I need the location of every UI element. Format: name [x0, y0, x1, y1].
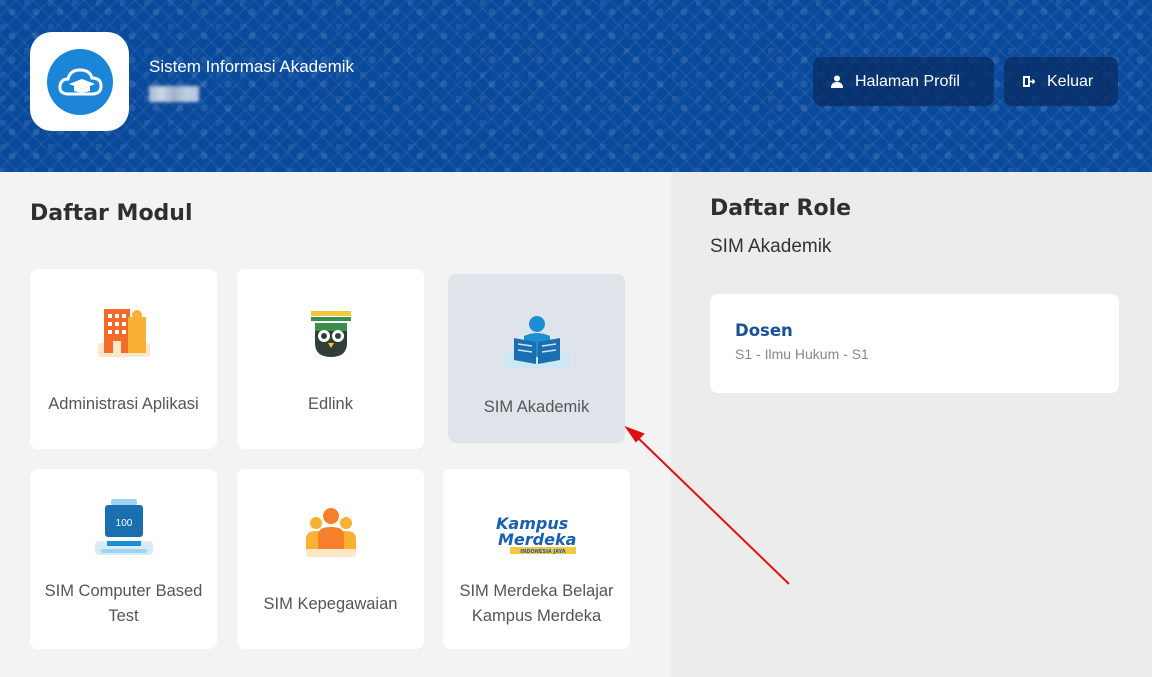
role-detail: S1 - Ilmu Hukum - S1	[735, 346, 869, 362]
header-banner: Sistem Informasi Akademik Halaman Profil…	[0, 0, 1152, 172]
svg-text:100: 100	[115, 518, 132, 529]
logout-icon	[1022, 75, 1035, 88]
redacted-subtitle	[149, 86, 199, 102]
building-icon	[30, 269, 217, 359]
cloud-graduation-icon	[46, 48, 113, 115]
computer-test-icon: 100	[30, 469, 217, 559]
module-card-sim-merdeka-belajar[interactable]: Kampus Merdeka INDONESIA JAYA SIM Merdek…	[443, 469, 630, 649]
module-card-edlink[interactable]: Edlink	[237, 269, 424, 449]
module-card-label: SIM Computer Based Test	[44, 582, 203, 625]
app-title: Sistem Informasi Akademik	[149, 57, 355, 76]
svg-text:Merdeka: Merdeka	[498, 530, 576, 549]
reading-student-icon	[448, 274, 625, 372]
module-card-label: Edlink	[308, 394, 353, 413]
role-section-title: Daftar Role	[710, 196, 852, 221]
logout-button[interactable]: Keluar	[1004, 57, 1118, 106]
module-card-label: SIM Kepegawaian	[263, 594, 398, 613]
owl-icon	[237, 269, 424, 359]
module-card-sim-kepegawaian[interactable]: SIM Kepegawaian	[237, 469, 424, 649]
profile-button-label: Halaman Profil	[855, 72, 960, 90]
people-group-icon	[237, 469, 424, 559]
role-section-subtitle: SIM Akademik	[710, 236, 832, 257]
role-card-dosen[interactable]: Dosen S1 - Ilmu Hukum - S1	[710, 294, 1119, 393]
user-icon	[831, 75, 843, 88]
svg-text:INDONESIA JAYA: INDONESIA JAYA	[520, 549, 566, 555]
app-logo	[30, 32, 129, 131]
logout-button-label: Keluar	[1047, 72, 1094, 90]
module-section-title: Daftar Modul	[30, 201, 193, 226]
module-card-sim-akademik[interactable]: SIM Akademik	[448, 274, 625, 443]
module-card-administrasi-aplikasi[interactable]: Administrasi Aplikasi	[30, 269, 217, 449]
kampus-merdeka-logo: Kampus Merdeka INDONESIA JAYA	[443, 469, 630, 559]
module-card-label: Administrasi Aplikasi	[48, 394, 199, 413]
module-card-sim-computer-based-test[interactable]: 100 SIM Computer Based Test	[30, 469, 217, 649]
role-name: Dosen	[735, 321, 793, 340]
module-card-label: SIM Akademik	[483, 398, 590, 416]
module-card-label: SIM Merdeka Belajar Kampus Merdeka	[459, 582, 614, 625]
profile-button[interactable]: Halaman Profil	[813, 57, 994, 106]
